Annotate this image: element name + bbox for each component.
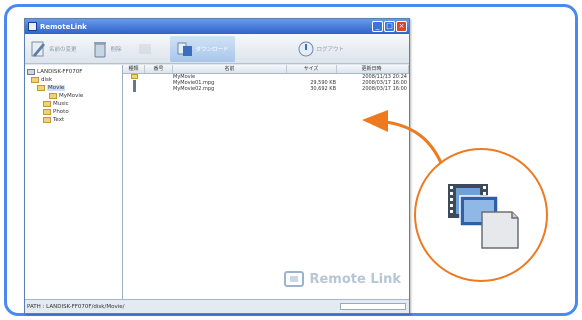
movie-file-icon: [448, 184, 519, 249]
remotelink-logo-icon: [284, 271, 305, 287]
content-area: LANDISK-FF070F disk Movie MyMovie Music …: [25, 65, 409, 299]
folder-icon: [31, 77, 39, 83]
table-row[interactable]: MyMovie02.mpg 30,692 KB 2008/03/17 16:00: [123, 86, 409, 92]
header-date[interactable]: 更新日時: [337, 65, 409, 73]
rename-icon: [29, 39, 47, 59]
title-bar[interactable]: RemoteLink _ □ ×: [25, 19, 409, 34]
tree-node-movie[interactable]: Movie: [27, 84, 120, 92]
header-type[interactable]: 種類: [123, 65, 145, 73]
folder-icon: [43, 101, 51, 107]
folder-open-icon: [37, 85, 45, 91]
tree-disk-label: disk: [41, 77, 53, 83]
header-name[interactable]: 名前: [173, 65, 287, 73]
folder-icon: [43, 109, 51, 115]
disabled-icon: [136, 39, 154, 59]
download-label: ダウンロード: [195, 46, 229, 53]
header-size[interactable]: サイズ: [287, 65, 337, 73]
file-list: 種類 番号 名前 サイズ 更新日時 MyMovie 2008/11/13 20:…: [123, 65, 409, 299]
delete-button[interactable]: 削除: [91, 36, 122, 62]
tree-node-text[interactable]: Text: [27, 116, 120, 124]
folder-icon: [43, 117, 51, 123]
tree-text-label: Text: [53, 117, 65, 123]
close-button[interactable]: ×: [396, 21, 407, 32]
tree-photo-label: Photo: [53, 109, 69, 115]
tree-mymovie-label: MyMovie: [59, 93, 84, 99]
tree-music-label: Music: [53, 101, 69, 107]
tree-node-root[interactable]: LANDISK-FF070F: [27, 68, 120, 76]
app-icon: [28, 22, 37, 31]
folder-icon: [130, 74, 138, 79]
folder-icon: [49, 93, 57, 99]
delete-label: 削除: [110, 46, 122, 53]
tree-node-music[interactable]: Music: [27, 100, 120, 108]
disabled-tool-button[interactable]: [136, 36, 156, 62]
callout-bubble: [414, 148, 548, 282]
maximize-button[interactable]: □: [384, 21, 395, 32]
folder-tree: LANDISK-FF070F disk Movie MyMovie Music …: [25, 65, 123, 299]
tree-node-disk[interactable]: disk: [27, 76, 120, 84]
download-icon: [176, 39, 194, 59]
status-path: PATH : LANDISK-FF070F/disk/Movie/: [27, 304, 125, 310]
rename-label: 名前の変更: [49, 46, 77, 53]
minimize-button[interactable]: _: [372, 21, 383, 32]
file-name: MyMovie02.mpg: [173, 86, 215, 92]
status-bar: PATH : LANDISK-FF070F/disk/Movie/: [25, 299, 409, 313]
list-header: 種類 番号 名前 サイズ 更新日時: [123, 65, 409, 74]
tree-node-mymovie[interactable]: MyMovie: [27, 92, 120, 100]
tree-movie-label: Movie: [47, 85, 66, 91]
rename-button[interactable]: 名前の変更: [29, 36, 77, 62]
trash-icon: [91, 39, 109, 59]
status-progress-bar: [340, 303, 406, 310]
tree-root-label: LANDISK-FF070F: [37, 69, 83, 75]
file-date: 2008/03/17 16:00: [362, 86, 407, 92]
download-button[interactable]: ダウンロード: [169, 35, 235, 62]
logout-icon: [297, 39, 315, 59]
drive-icon: [27, 69, 35, 75]
film-icon: [131, 86, 137, 92]
watermark-text: Remote Link: [309, 271, 401, 287]
logout-button[interactable]: ログアウト: [297, 36, 345, 62]
file-size: 30,692 KB: [310, 86, 336, 92]
window-title: RemoteLink: [40, 22, 87, 31]
remotelink-watermark: Remote Link: [284, 271, 401, 287]
toolbar: 名前の変更 削除 ダウンロード ログアウト: [25, 34, 409, 64]
header-number[interactable]: 番号: [145, 65, 173, 73]
remotelink-window: RemoteLink _ □ × 名前の変更 削除 ダウンロード ログアウト L…: [24, 18, 410, 314]
logout-label: ログアウト: [316, 46, 345, 53]
tree-node-photo[interactable]: Photo: [27, 108, 120, 116]
